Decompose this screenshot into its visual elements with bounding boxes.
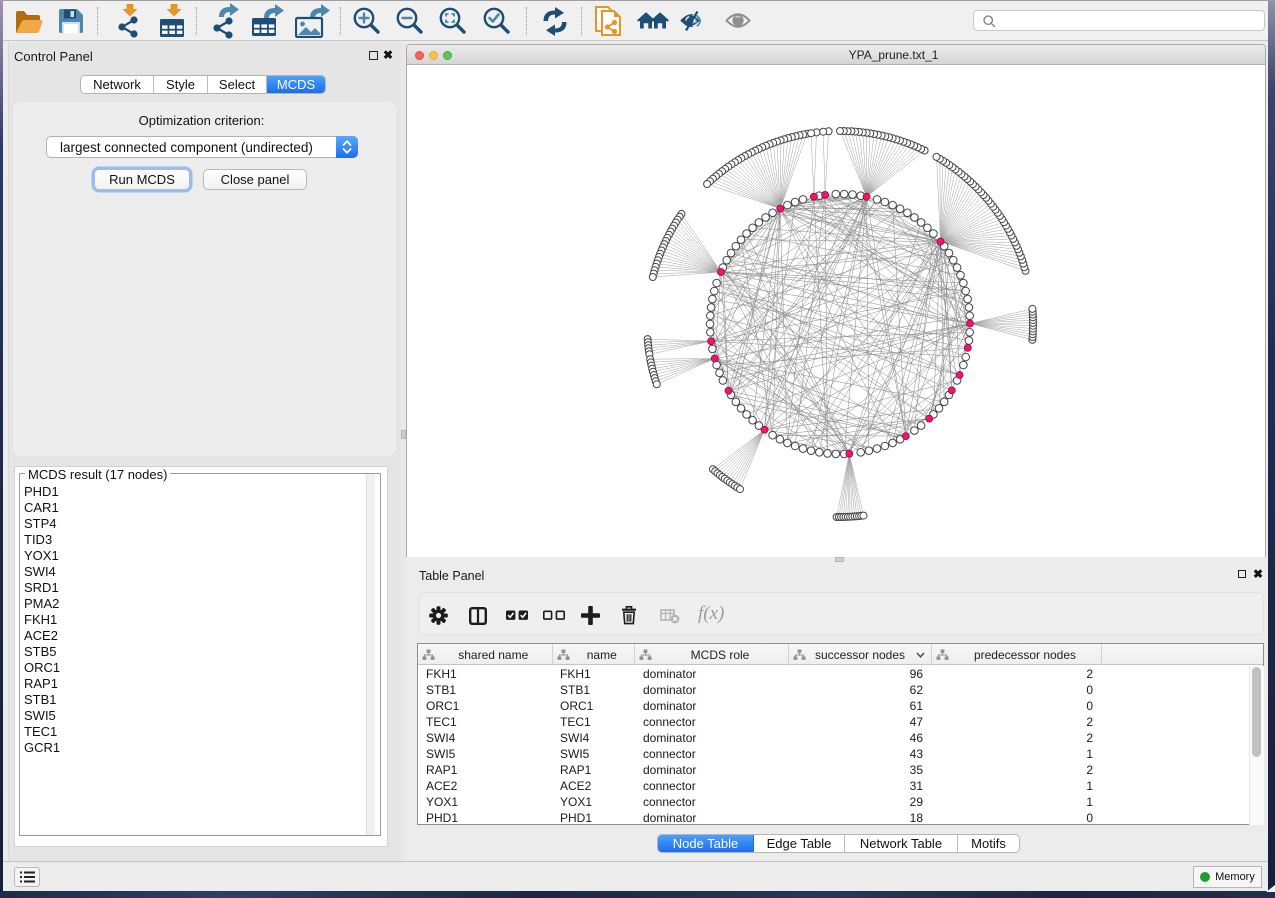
svg-text:f(x): f(x) (698, 603, 724, 624)
